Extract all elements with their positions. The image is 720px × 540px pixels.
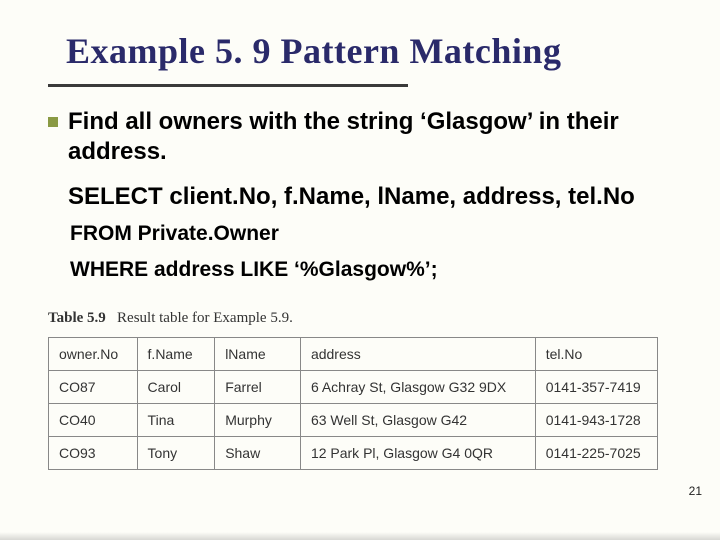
table-cell: Tina (137, 404, 215, 437)
table-cell: 6 Achray St, Glasgow G32 9DX (300, 371, 535, 404)
sql-select-line: SELECT client.No, f.Name, lName, address… (68, 181, 680, 213)
slide-title: Example 5. 9 Pattern Matching (66, 30, 680, 72)
slide: Example 5. 9 Pattern Matching Find all o… (0, 0, 720, 540)
sql-where-line: WHERE address LIKE ‘%Glasgow%’; (70, 255, 680, 284)
table-cell: 0141-943-1728 (535, 404, 657, 437)
table-header-cell: address (300, 338, 535, 371)
page-number: 21 (689, 484, 702, 498)
table-header-cell: tel.No (535, 338, 657, 371)
table-cell: Shaw (215, 437, 301, 470)
table-cell: Carol (137, 371, 215, 404)
title-underline (48, 84, 408, 87)
table-caption-text: Result table for Example 5.9. (117, 310, 293, 326)
result-table: owner.No f.Name lName address tel.No CO8… (48, 337, 658, 470)
bullet-icon (48, 117, 58, 127)
table-row: CO87 Carol Farrel 6 Achray St, Glasgow G… (49, 371, 658, 404)
table-cell: 63 Well St, Glasgow G42 (300, 404, 535, 437)
table-cell: Tony (137, 437, 215, 470)
table-header-cell: owner.No (49, 338, 138, 371)
table-cell: 12 Park Pl, Glasgow G4 0QR (300, 437, 535, 470)
description-text: Find all owners with the string ‘Glasgow… (68, 107, 680, 167)
table-row: CO93 Tony Shaw 12 Park Pl, Glasgow G4 0Q… (49, 437, 658, 470)
table-cell: CO93 (49, 437, 138, 470)
table-row: CO40 Tina Murphy 63 Well St, Glasgow G42… (49, 404, 658, 437)
table-header-row: owner.No f.Name lName address tel.No (49, 338, 658, 371)
table-cell: CO87 (49, 371, 138, 404)
slide-shadow (0, 532, 720, 540)
sql-from-line: FROM Private.Owner (70, 219, 680, 248)
table-cell: Murphy (215, 404, 301, 437)
result-table-wrap: Table 5.9 Result table for Example 5.9. … (48, 310, 680, 470)
table-caption: Table 5.9 Result table for Example 5.9. (48, 310, 680, 327)
description-row: Find all owners with the string ‘Glasgow… (48, 107, 680, 167)
table-header-cell: lName (215, 338, 301, 371)
table-cell: Farrel (215, 371, 301, 404)
table-caption-label: Table 5.9 (48, 310, 106, 326)
table-cell: 0141-357-7419 (535, 371, 657, 404)
table-header-cell: f.Name (137, 338, 215, 371)
table-cell: CO40 (49, 404, 138, 437)
table-cell: 0141-225-7025 (535, 437, 657, 470)
